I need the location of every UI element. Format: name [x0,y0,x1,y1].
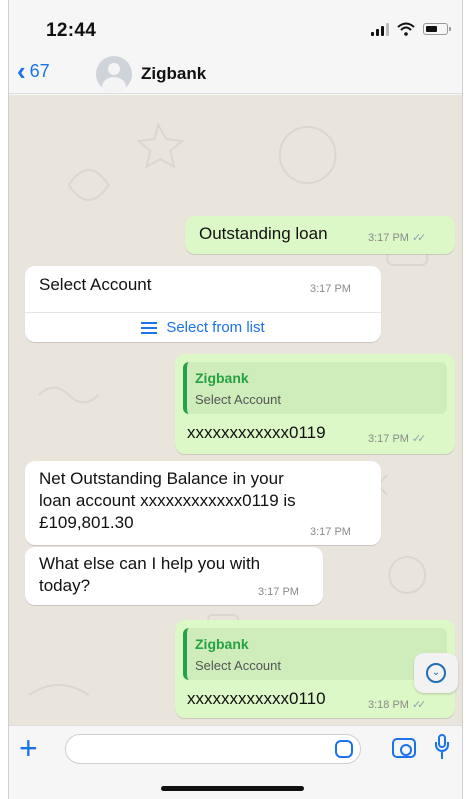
scroll-to-bottom-button[interactable]: ⌄ [414,653,458,693]
message-time: 3:17 PM [368,432,409,445]
outgoing-message[interactable]: Outstanding loan 3:17 PM ✓✓ [185,216,455,254]
plus-icon[interactable]: + [19,732,38,764]
message-time: 3:17 PM [310,283,351,295]
message-meta: 3:17 PM [258,586,299,598]
phone-screen: 12:44 ‹ 67 Zigbank Outstanding loan 3:17… [8,0,463,799]
home-indicator[interactable] [161,786,304,791]
double-check-icon: ✓✓ [411,232,427,244]
message-time: 3:17 PM [310,526,351,538]
microphone-icon[interactable] [435,734,449,762]
message-line: £109,801.30 [39,513,134,532]
message-text: xxxxxxxxxxxx0119 [187,423,326,442]
message-time: 3:17 PM [258,586,299,598]
quote-author: Zigbank [195,636,249,652]
camera-icon[interactable] [392,738,416,758]
message-line: Net Outstanding Balance in your [39,469,284,488]
quote-text: Select Account [195,392,281,407]
message-input[interactable] [65,734,361,764]
status-icons [371,22,451,36]
status-time: 12:44 [46,20,97,41]
message-line: What else can I help you with [39,554,261,573]
double-check-icon: ✓✓ [411,699,427,711]
message-meta: 3:17 PM [310,283,351,295]
message-meta: 3:17 PM [310,526,351,538]
message-text: xxxxxxxxxxxx0110 [187,689,326,708]
incoming-message[interactable]: What else can I help you with today? 3:1… [25,547,323,605]
message-meta: 3:17 PM ✓✓ [368,432,427,446]
unread-count: 67 [29,60,50,81]
person-icon [108,63,120,75]
incoming-message[interactable]: Select Account 3:17 PM Select from list [25,266,381,342]
message-text: Outstanding loan [199,224,328,243]
wifi-icon [397,22,415,36]
quoted-message[interactable]: Zigbank Select Account [183,628,447,680]
message-time: 3:17 PM [368,231,409,244]
outgoing-message[interactable]: Zigbank Select Account xxxxxxxxxxxx0119 … [175,354,455,454]
message-composer: + [9,725,462,799]
quote-text: Select Account [195,658,281,673]
list-button-label: Select from list [166,319,265,336]
double-check-icon: ✓✓ [411,433,427,445]
message-meta: 3:17 PM ✓✓ [368,231,427,245]
chevron-left-icon: ‹ [17,56,26,86]
select-from-list-button[interactable]: Select from list [25,312,381,342]
chevron-down-icon: ⌄ [426,663,446,683]
contact-name[interactable]: Zigbank [141,64,206,84]
chat-header: ‹ 67 Zigbank [9,52,462,94]
outgoing-message[interactable]: Zigbank Select Account xxxxxxxxxxxx0110 … [175,620,455,718]
incoming-message[interactable]: Net Outstanding Balance in your loan acc… [25,461,381,545]
status-bar: 12:44 [9,0,462,52]
quoted-message[interactable]: Zigbank Select Account [183,362,447,414]
chat-area[interactable]: Outstanding loan 3:17 PM ✓✓ Select Accou… [9,95,462,725]
message-line: today? [39,576,91,595]
message-line: loan account xxxxxxxxxxxx0119 is [39,491,296,510]
quote-author: Zigbank [195,370,249,386]
signal-icon [371,22,389,36]
sticker-icon[interactable] [335,740,353,758]
battery-icon [423,23,451,35]
message-meta: 3:18 PM ✓✓ [368,698,427,712]
list-icon [141,321,158,334]
message-time: 3:18 PM [368,698,409,711]
avatar[interactable] [96,56,132,92]
message-text: Select Account [39,275,152,294]
back-button[interactable]: ‹ 67 [17,58,50,84]
